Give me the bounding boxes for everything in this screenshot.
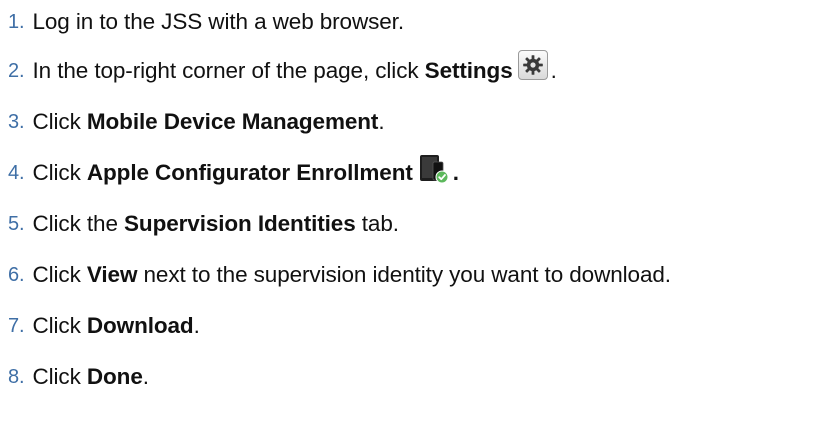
step-number: 8. [8,365,25,388]
step-text: Click [32,160,87,185]
step-text-end: next to the supervision identity you wan… [137,262,672,287]
supervision-identities-label: Supervision Identities [124,211,356,236]
step-1: 1. Log in to the JSS with a web browser. [8,2,404,42]
step-text: Click [32,109,87,134]
mobile-device-management-label: Mobile Device Management [86,109,379,134]
step-text: Click [32,262,87,287]
step-3: 3. Click Mobile Device Management . [8,102,385,142]
view-label: View [86,262,138,287]
step-text: In the top-right corner of the page, cli… [32,58,425,83]
step-number: 1. [8,10,25,33]
step-number: 2. [8,59,25,82]
step-4: 4. Click Apple Configurator Enrollment . [8,153,459,193]
step-text-end: . [378,109,385,134]
step-number: 6. [8,263,25,286]
step-number: 3. [8,110,25,133]
step-text-end: . [550,58,557,83]
step-text-end: . [193,313,200,338]
done-label: Done [86,364,143,389]
step-7: 7. Click Download . [8,306,200,346]
download-label: Download [86,313,194,338]
step-2: 2. In the top-right corner of the page, … [8,50,557,91]
step-number: 5. [8,212,25,235]
settings-label: Settings [424,58,513,83]
step-text: Click [32,313,87,338]
step-text-end: . [142,364,149,389]
step-6: 6. Click View next to the supervision id… [8,255,671,295]
step-text: Click the [32,211,125,236]
step-8: 8. Click Done . [8,357,149,397]
step-text: Click [32,364,87,389]
step-text-end: tab. [355,211,399,236]
step-number: 4. [8,161,25,184]
step-number: 7. [8,314,25,337]
gear-icon [517,50,548,80]
step-5: 5. Click the Supervision Identities tab. [8,204,399,244]
apple-configurator-enrollment-icon [419,154,449,184]
step-text: Log in to the JSS with a web browser. [32,9,404,34]
step-text-end: . [452,160,459,185]
apple-configurator-enrollment-label: Apple Configurator Enrollment [86,160,413,185]
